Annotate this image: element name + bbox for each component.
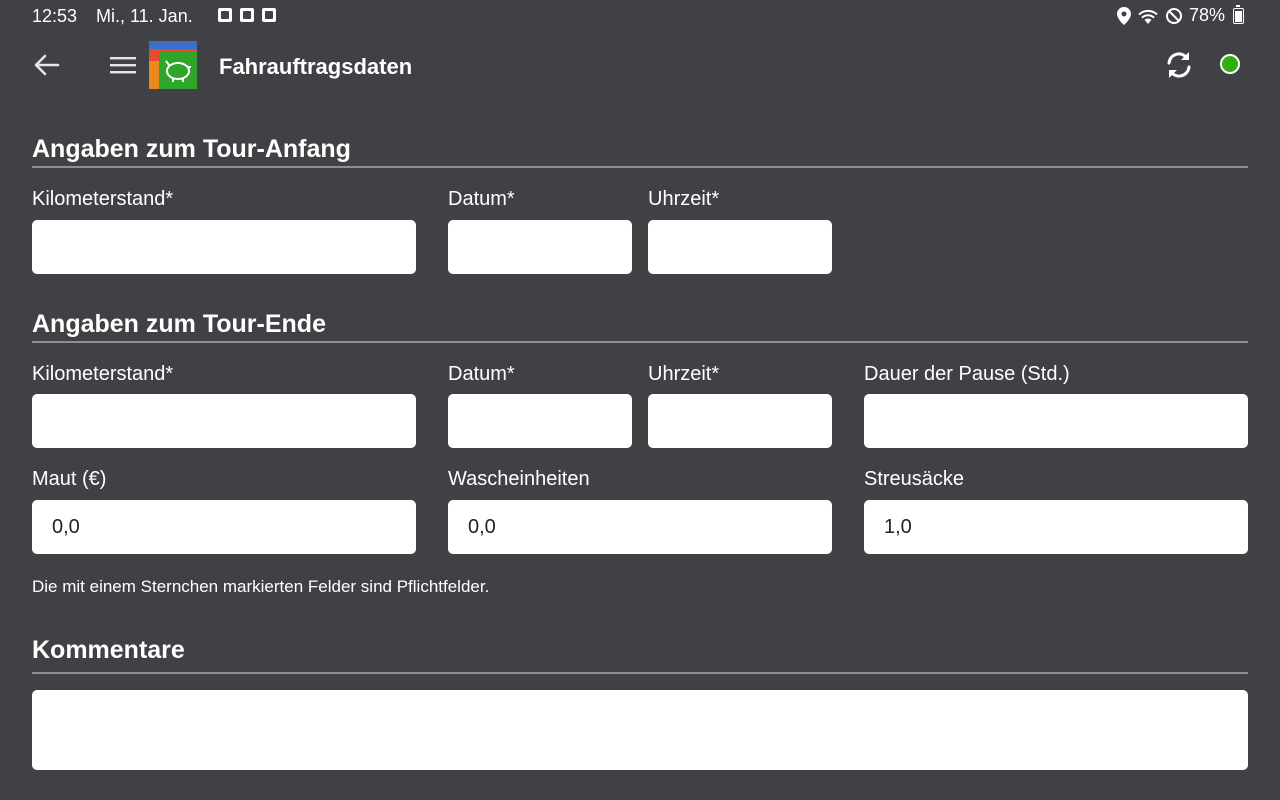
section-title-tour-start: Angaben zum Tour-Anfang	[32, 135, 351, 163]
do-not-disturb-icon	[1165, 7, 1183, 25]
grit-bags-input[interactable]	[864, 500, 1248, 554]
pause-duration-label: Dauer der Pause (Std.)	[864, 363, 1070, 385]
battery-percent: 78%	[1188, 5, 1225, 25]
end-km-input[interactable]	[32, 394, 416, 448]
location-icon	[1116, 6, 1131, 25]
comments-textarea[interactable]	[32, 690, 1248, 770]
start-date-label: Datum*	[448, 188, 515, 210]
divider	[32, 672, 1248, 674]
start-km-input[interactable]	[32, 220, 416, 274]
back-button[interactable]	[30, 48, 64, 82]
toll-input[interactable]	[32, 500, 416, 554]
image-icon	[218, 8, 232, 22]
end-time-input[interactable]	[648, 394, 832, 448]
wash-units-input[interactable]	[448, 500, 832, 554]
start-time-input[interactable]	[648, 220, 832, 274]
start-time-label: Uhrzeit*	[648, 188, 720, 210]
end-date-label: Datum*	[448, 363, 515, 385]
battery-icon	[1233, 4, 1244, 24]
end-date-input[interactable]	[448, 394, 632, 448]
start-date-input[interactable]	[448, 220, 632, 274]
status-bar: 12:53 Mi., 11. Jan. 78%	[0, 0, 1280, 32]
contact-card-icon	[240, 8, 254, 22]
end-km-label: Kilometerstand*	[32, 363, 174, 385]
divider	[32, 341, 1248, 343]
menu-button[interactable]	[106, 48, 140, 82]
app-bar: Fahrauftragsdaten	[0, 32, 1280, 100]
system-icons: 78%	[1116, 4, 1244, 26]
page-title: Fahrauftragsdaten	[219, 54, 413, 79]
pause-duration-input[interactable]	[864, 394, 1248, 448]
sim-card-icon	[262, 8, 276, 22]
start-km-label: Kilometerstand*	[32, 188, 174, 210]
divider	[32, 166, 1248, 168]
notification-icons	[218, 8, 276, 22]
status-time: 12:53	[32, 6, 78, 26]
section-title-comments: Kommentare	[32, 636, 185, 664]
grit-bags-label: Streusäcke	[864, 468, 965, 490]
app-logo	[149, 41, 197, 89]
status-date: Mi., 11. Jan.	[96, 6, 193, 26]
toll-label: Maut (€)	[32, 468, 107, 490]
wash-units-label: Wascheinheiten	[448, 468, 590, 490]
arrow-left-icon	[34, 54, 60, 76]
sync-icon	[1167, 52, 1191, 78]
sync-button[interactable]	[1162, 48, 1196, 82]
connection-status-indicator	[1220, 54, 1240, 74]
required-fields-hint: Die mit einem Sternchen markierten Felde…	[32, 577, 490, 596]
section-title-tour-end: Angaben zum Tour-Ende	[32, 310, 326, 338]
wifi-icon	[1137, 7, 1159, 25]
hamburger-icon	[110, 57, 136, 74]
end-time-label: Uhrzeit*	[648, 363, 720, 385]
